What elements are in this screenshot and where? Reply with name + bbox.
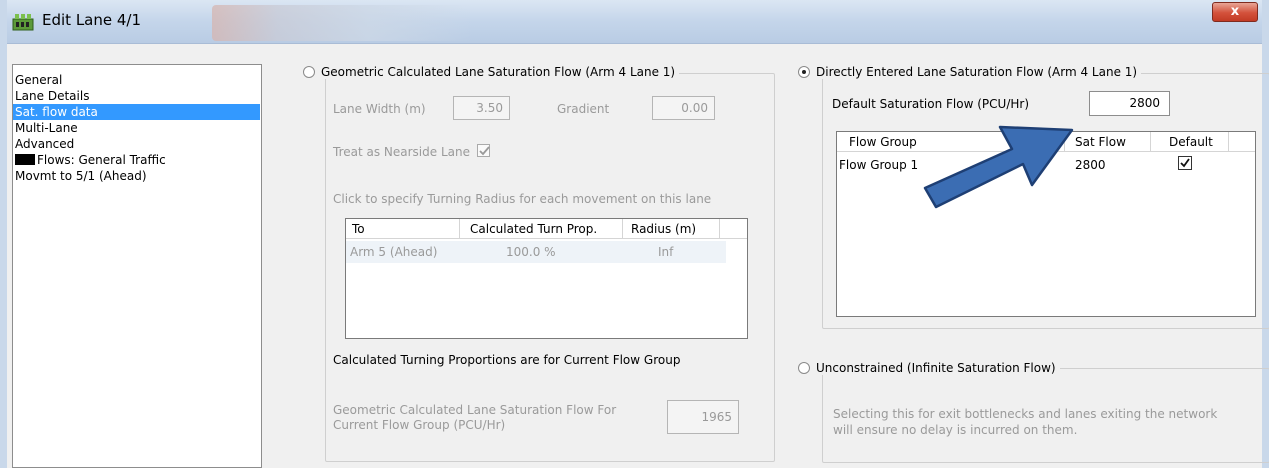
turn-radius-table[interactable]: To Calculated Turn Prop. Radius (m) Arm … — [345, 218, 748, 339]
table-row[interactable]: Flow Group 1 2800 — [837, 153, 1229, 175]
geometric-result-field: 1965 — [667, 400, 739, 434]
section-item[interactable]: Multi-Lane — [13, 120, 261, 136]
col-default[interactable]: Default — [1151, 132, 1229, 152]
result-label-1: Geometric Calculated Lane Saturation Flo… — [333, 403, 617, 417]
nearside-label: Treat as Nearside Lane — [333, 145, 470, 159]
color-swatch — [15, 154, 35, 165]
default-sat-flow-field[interactable]: 2800 — [1089, 91, 1170, 116]
direct-legend[interactable]: Directly Entered Lane Saturation Flow (A… — [796, 65, 1142, 79]
nearside-checkbox[interactable] — [477, 144, 490, 157]
direct-radio[interactable] — [798, 66, 810, 78]
app-icon — [12, 14, 34, 31]
close-icon: x — [1230, 4, 1240, 19]
section-list[interactable]: General Lane Details Sat. flow data Multi-L… — [12, 64, 262, 468]
section-item-label: Movmt to 5/1 (Ahead) — [15, 169, 147, 183]
default-sat-flow-label: Default Saturation Flow (PCU/Hr) — [832, 97, 1029, 111]
section-item[interactable]: Movmt to 5/1 (Ahead) — [13, 168, 261, 184]
unconstrained-legend[interactable]: Unconstrained (Infinite Saturation Flow) — [796, 361, 1060, 375]
unconstrained-desc-1: Selecting this for exit bottlenecks and … — [833, 407, 1218, 421]
geometric-radio[interactable] — [303, 66, 315, 78]
close-button[interactable]: x — [1212, 2, 1258, 22]
geometric-legend[interactable]: Geometric Calculated Lane Saturation Flo… — [301, 65, 680, 79]
row-radius: Inf — [658, 245, 674, 259]
title-bar[interactable]: Edit Lane 4/1 x — [7, 0, 1262, 44]
section-item[interactable]: Sat. flow data — [13, 104, 260, 120]
flow-group-table[interactable]: Flow Group Sat Flow Default Flow Group 1… — [836, 131, 1256, 317]
edit-lane-dialog: Edit Lane 4/1 x General Lane Details Sat. … — [0, 0, 1269, 468]
window-title: Edit Lane 4/1 — [42, 11, 142, 29]
lane-width-field[interactable]: 3.50 — [453, 96, 510, 120]
row-default-checkbox[interactable] — [1178, 156, 1192, 170]
section-item-label: Lane Details — [15, 89, 90, 103]
col-calc-turn-prop[interactable]: Calculated Turn Prop. — [460, 219, 623, 239]
row-sat-flow: 2800 — [1075, 158, 1106, 172]
blurred-title-image — [212, 5, 472, 41]
row-prop: 100.0 % — [506, 245, 556, 259]
result-label-2: Current Flow Group (PCU/Hr) — [333, 418, 506, 432]
gradient-label: Gradient — [557, 102, 610, 116]
row-to: Arm 5 (Ahead) — [350, 245, 438, 259]
lane-width-label: Lane Width (m) — [333, 102, 426, 116]
col-flow-group[interactable]: Flow Group — [837, 132, 1065, 152]
section-item-label: Multi-Lane — [15, 121, 78, 135]
unconstrained-desc-2: will ensure no delay is incurred on them… — [833, 423, 1078, 437]
section-item[interactable]: Flows: General Traffic — [13, 152, 261, 168]
unconstrained-radio[interactable] — [798, 362, 810, 374]
geometric-legend-label: Geometric Calculated Lane Saturation Flo… — [321, 65, 676, 79]
unconstrained-legend-label: Unconstrained (Infinite Saturation Flow) — [816, 361, 1056, 375]
turning-hint: Click to specify Turning Radius for each… — [333, 192, 712, 206]
col-to[interactable]: To — [346, 219, 460, 239]
section-item-label: Flows: General Traffic — [37, 153, 166, 167]
turning-note: Calculated Turning Proportions are for C… — [333, 353, 681, 367]
table-row[interactable]: Arm 5 (Ahead) 100.0 % Inf — [346, 241, 726, 263]
gradient-field[interactable]: 0.00 — [652, 96, 715, 120]
section-item[interactable]: Lane Details — [13, 88, 261, 104]
direct-legend-label: Directly Entered Lane Saturation Flow (A… — [816, 65, 1138, 79]
col-sat-flow[interactable]: Sat Flow — [1065, 132, 1151, 152]
section-item-label: Advanced — [15, 137, 75, 151]
section-item[interactable]: General — [13, 72, 261, 88]
col-radius[interactable]: Radius (m) — [623, 219, 720, 239]
section-item-label: General — [15, 73, 63, 87]
row-flow-group: Flow Group 1 — [839, 158, 919, 172]
section-item[interactable]: Advanced — [13, 136, 261, 152]
section-item-label: Sat. flow data — [15, 105, 98, 119]
